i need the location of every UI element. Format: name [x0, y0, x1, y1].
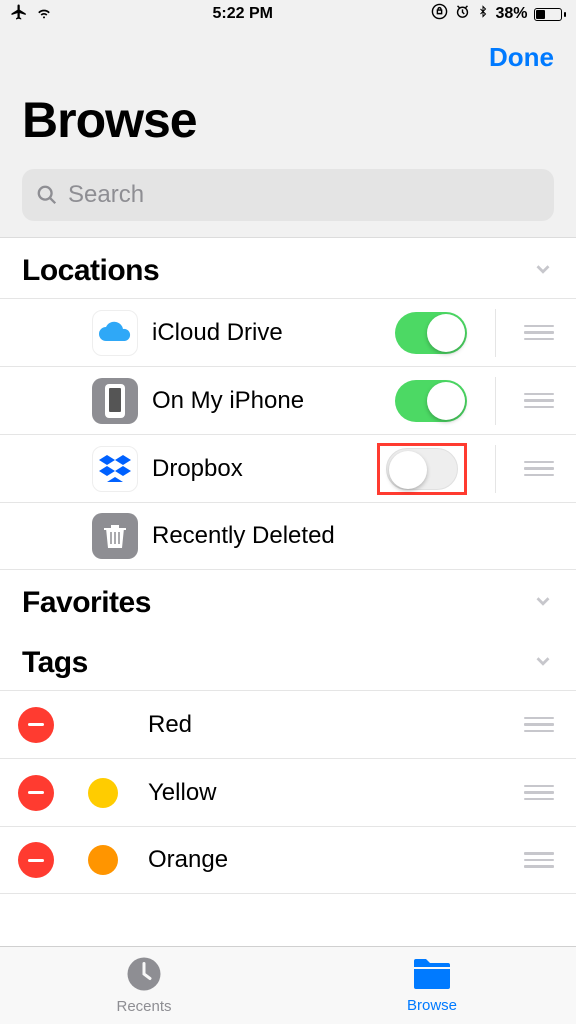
status-time: 5:22 PM: [213, 5, 273, 23]
locations-header[interactable]: Locations: [0, 238, 576, 298]
reorder-handle[interactable]: [524, 325, 554, 341]
battery-icon: [534, 8, 567, 21]
chevron-down-icon: [532, 590, 554, 617]
tag-row-yellow: Yellow: [0, 758, 576, 826]
delete-button[interactable]: [18, 775, 54, 811]
dropbox-toggle-highlight: [377, 443, 467, 495]
search-placeholder: Search: [68, 181, 144, 209]
dropbox-toggle[interactable]: [386, 448, 458, 490]
iphone-toggle[interactable]: [395, 380, 467, 422]
reorder-handle[interactable]: [524, 785, 554, 801]
clock-icon: [126, 956, 162, 996]
location-row-dropbox: Dropbox: [0, 434, 576, 502]
reorder-handle[interactable]: [524, 393, 554, 409]
done-button[interactable]: Done: [489, 42, 554, 73]
orientation-lock-icon: [431, 3, 448, 25]
search-icon: [36, 184, 58, 206]
location-row-recently-deleted: Recently Deleted: [0, 502, 576, 570]
battery-percentage: 38%: [495, 5, 527, 23]
tag-row-red: Red: [0, 690, 576, 758]
reorder-handle[interactable]: [524, 461, 554, 477]
tab-label: Recents: [116, 998, 171, 1015]
tab-bar: Recents Browse: [0, 946, 576, 1024]
tags-title: Tags: [22, 646, 88, 680]
delete-button[interactable]: [18, 842, 54, 878]
status-bar: 5:22 PM 38%: [0, 0, 576, 28]
location-label: Recently Deleted: [152, 522, 554, 550]
locations-title: Locations: [22, 254, 159, 288]
chevron-down-icon: [532, 650, 554, 677]
favorites-header[interactable]: Favorites: [0, 570, 576, 630]
tab-label: Browse: [407, 997, 457, 1014]
dropbox-icon: [92, 446, 138, 492]
airplane-mode-icon: [10, 3, 28, 26]
header: Done Browse Search: [0, 28, 576, 238]
bluetooth-icon: [477, 3, 489, 25]
tab-browse[interactable]: Browse: [288, 947, 576, 1024]
alarm-icon: [454, 3, 471, 25]
location-row-icloud: iCloud Drive: [0, 298, 576, 366]
chevron-down-icon: [532, 258, 554, 285]
tag-label: Yellow: [148, 779, 510, 807]
tag-color-dot: [88, 845, 118, 875]
tab-recents[interactable]: Recents: [0, 947, 288, 1024]
icloud-icon: [92, 310, 138, 356]
location-label: On My iPhone: [152, 387, 381, 415]
tag-row-orange: Orange: [0, 826, 576, 894]
reorder-handle[interactable]: [524, 717, 554, 733]
search-input[interactable]: Search: [22, 169, 554, 221]
tags-header[interactable]: Tags: [0, 630, 576, 690]
tag-color-dot: [88, 778, 118, 808]
reorder-handle[interactable]: [524, 852, 554, 868]
tag-color-dot: [88, 710, 118, 740]
wifi-icon: [34, 4, 54, 25]
folder-icon: [412, 957, 452, 995]
tag-label: Red: [148, 711, 510, 739]
favorites-title: Favorites: [22, 586, 151, 620]
icloud-toggle[interactable]: [395, 312, 467, 354]
tag-label: Orange: [148, 846, 510, 874]
location-label: Dropbox: [152, 455, 363, 483]
location-row-iphone: On My iPhone: [0, 366, 576, 434]
trash-icon: [92, 513, 138, 559]
iphone-icon: [92, 378, 138, 424]
location-label: iCloud Drive: [152, 319, 381, 347]
delete-button[interactable]: [18, 707, 54, 743]
page-title: Browse: [22, 91, 554, 149]
